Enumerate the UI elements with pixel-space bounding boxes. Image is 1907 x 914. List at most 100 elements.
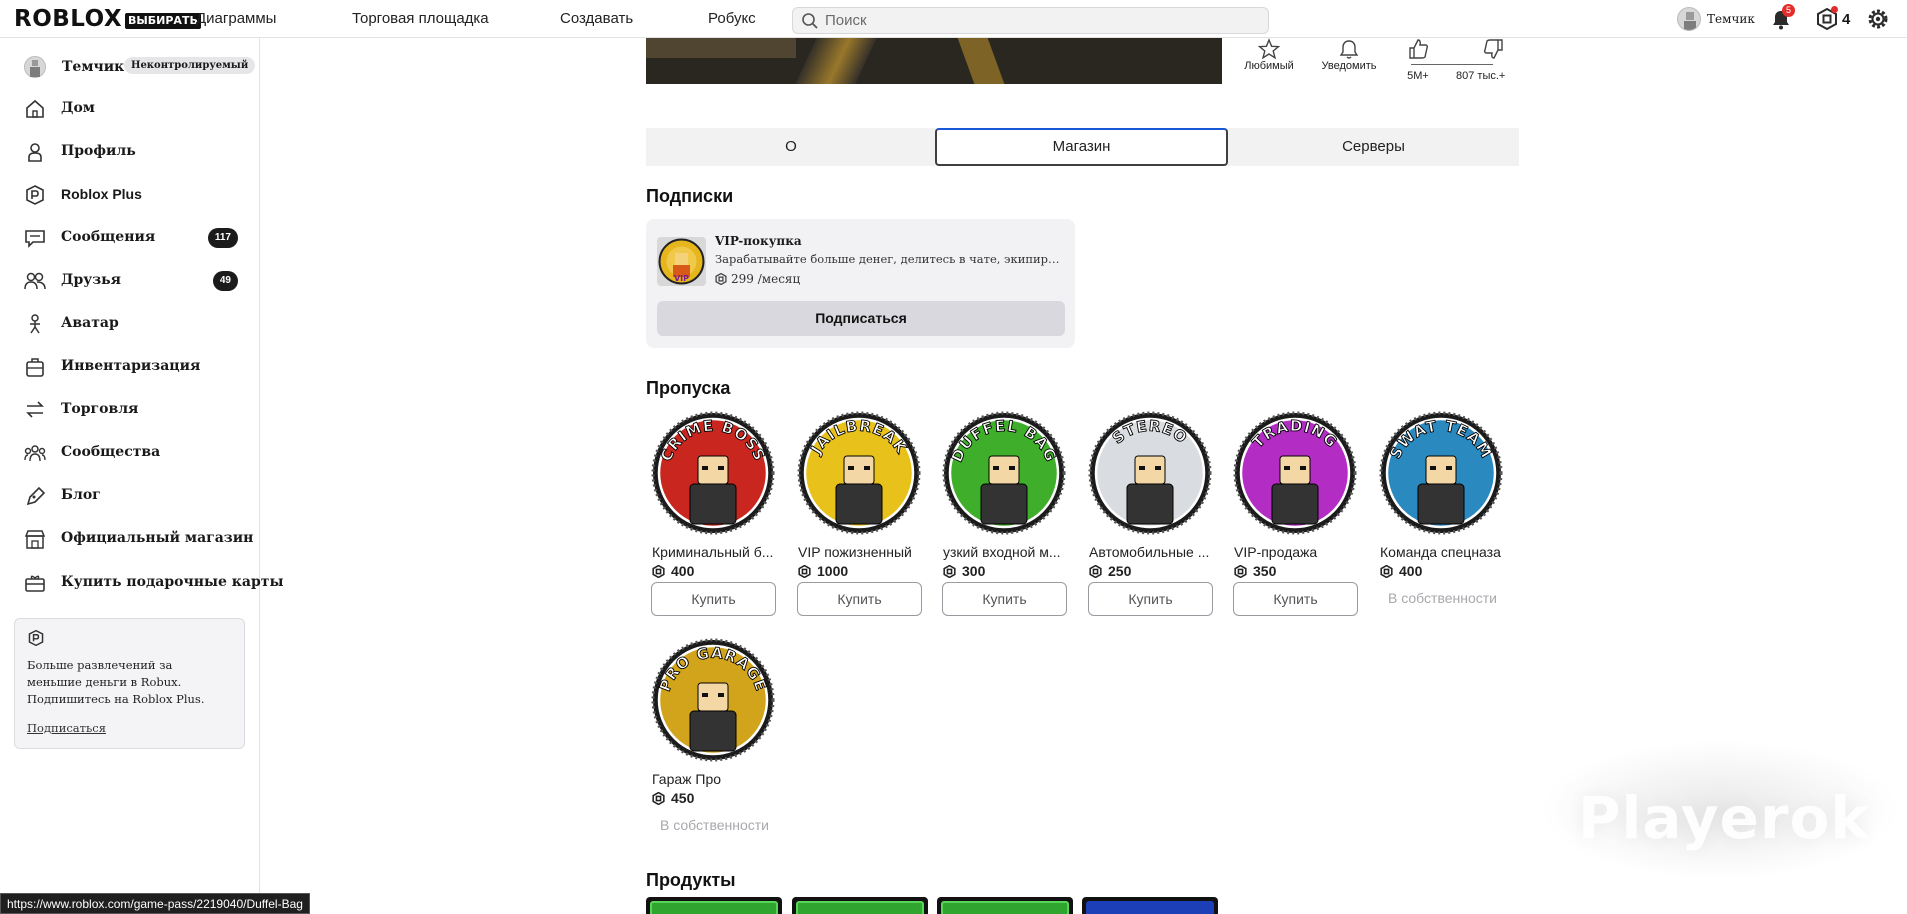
- notify-label: Уведомить: [1321, 60, 1377, 72]
- thumbs-up-icon: [1409, 39, 1429, 59]
- trade-icon: [26, 401, 44, 418]
- pass-badge-image[interactable]: PRO GARAGE: [650, 637, 776, 763]
- topbar-username[interactable]: Темчик: [1707, 12, 1755, 26]
- pass-price: 350: [1234, 563, 1276, 579]
- subscription-price: 299 /месяц: [715, 272, 800, 286]
- dislike-button[interactable]: [1476, 38, 1512, 60]
- pass-price: 400: [652, 563, 694, 579]
- pass-badge-image[interactable]: CRIME BOSS: [650, 410, 776, 536]
- sidebar-item-inventory[interactable]: Инвентаризация: [24, 352, 238, 382]
- tab-servers[interactable]: Серверы: [1228, 128, 1519, 166]
- product-card[interactable]: [792, 897, 928, 914]
- roblox-logo[interactable]: ROBLOX: [14, 8, 122, 31]
- promo-subscribe-link[interactable]: Подписаться: [27, 721, 106, 735]
- nav-charts[interactable]: Диаграммы: [196, 10, 276, 27]
- buy-button[interactable]: Купить: [1233, 582, 1358, 616]
- pass-price: 250: [1089, 563, 1131, 579]
- pass-name: Автомобильные ...: [1089, 544, 1210, 560]
- notifications-badge: 5: [1782, 4, 1796, 17]
- subscription-period: /месяц: [757, 272, 801, 286]
- roblox-plus-icon: [28, 629, 44, 647]
- bell-icon: [1339, 40, 1359, 59]
- product-card[interactable]: [937, 897, 1073, 914]
- sidebar-item-label: Сообщения: [61, 229, 156, 245]
- sidebar-item-label: Друзья: [61, 272, 121, 288]
- dislikes-count: 807 тыс.+: [1456, 70, 1506, 82]
- robux-icon: [943, 565, 956, 578]
- nav-robux[interactable]: Робукс: [708, 10, 756, 27]
- buy-button[interactable]: Купить: [797, 582, 922, 616]
- product-card[interactable]: [646, 897, 782, 914]
- pass-price-value: 400: [671, 563, 695, 579]
- nav-marketplace[interactable]: Торговая площадка: [352, 10, 489, 27]
- pass-badge-image[interactable]: JAILBREAK: [796, 410, 922, 536]
- sidebar-item-profile[interactable]: Профиль: [24, 137, 238, 167]
- game-thumbnail[interactable]: [646, 38, 1222, 84]
- sidebar-item-roblox-plus[interactable]: Roblox Plus: [24, 180, 238, 210]
- pass-name: VIP пожизненный: [798, 544, 912, 560]
- sidebar-item-avatar[interactable]: Аватар: [24, 309, 238, 339]
- subscription-description: Зарабатывайте больше денег, делитесь в ч…: [715, 252, 1060, 266]
- like-ratio-bar: [1411, 64, 1493, 65]
- sidebar-item-label: Торговля: [61, 401, 139, 417]
- sidebar-item-label: Roblox Plus: [61, 186, 142, 202]
- logo-badge: ВЫБИРАТЬ: [125, 13, 201, 29]
- tab-about[interactable]: О: [646, 128, 936, 166]
- pass-badge-image[interactable]: TRADING: [1232, 410, 1358, 536]
- home-icon: [26, 99, 44, 118]
- sidebar-item-communities[interactable]: Сообщества: [24, 438, 238, 468]
- pass-price: 400: [1380, 563, 1422, 579]
- robux-icon: [1380, 565, 1393, 578]
- like-button[interactable]: 5M+: [1400, 38, 1436, 82]
- products-heading: Продукты: [646, 870, 736, 890]
- sidebar-item-home[interactable]: Дом: [24, 94, 238, 124]
- sidebar-item-label: Блог: [61, 487, 101, 503]
- sidebar-item-trade[interactable]: Торговля: [24, 395, 238, 425]
- thumbs-down-icon: [1483, 39, 1503, 59]
- sidebar-item-label: Аватар: [61, 315, 119, 331]
- subscription-card: VIP VIP-покупка Зарабатывайте больше ден…: [646, 219, 1075, 348]
- sidebar-item-official-store[interactable]: Официальный магазин: [24, 524, 253, 554]
- pass-price-value: 350: [1253, 563, 1277, 579]
- notify-button[interactable]: Уведомить: [1318, 38, 1380, 72]
- buy-button[interactable]: Купить: [942, 582, 1067, 616]
- sidebar-item-friends[interactable]: Друзья 49: [24, 266, 238, 296]
- sidebar-username[interactable]: Темчик: [62, 59, 124, 75]
- sidebar-item-gift-cards[interactable]: Купить подарочные карты: [24, 568, 283, 598]
- subscriptions-heading: Подписки: [646, 186, 734, 206]
- sidebar-item-label: Купить подарочные карты: [61, 574, 284, 590]
- avatar[interactable]: [1677, 7, 1701, 31]
- pass-badge-image[interactable]: SWAT TEAM: [1378, 410, 1504, 536]
- subscription-price-value: 299: [731, 272, 754, 286]
- product-card[interactable]: [1082, 897, 1218, 914]
- search-bar[interactable]: Поиск: [792, 7, 1269, 34]
- pass-badge-image[interactable]: STEREO: [1087, 410, 1213, 536]
- avatar-icon: [1684, 12, 1696, 30]
- robux-alert-dot: [1831, 6, 1838, 13]
- gift-card-icon: [25, 575, 45, 592]
- buy-button[interactable]: Купить: [1088, 582, 1213, 616]
- subscribe-button[interactable]: Подписаться: [657, 301, 1065, 336]
- pass-name: Команда спецназа: [1380, 544, 1501, 560]
- vip-subscription-image[interactable]: VIP: [657, 237, 706, 286]
- buy-button[interactable]: Купить: [651, 582, 776, 616]
- promo-text: Больше развлечений за меньшие деньги в R…: [27, 658, 205, 706]
- pass-name: узкий входной м...: [943, 544, 1061, 560]
- messages-count-badge: 117: [207, 228, 238, 248]
- search-icon: [802, 13, 818, 29]
- gear-icon[interactable]: [1866, 7, 1890, 31]
- tab-store[interactable]: Магазин: [935, 128, 1228, 166]
- search-input[interactable]: Поиск: [825, 12, 867, 29]
- pass-price-value: 1000: [817, 563, 849, 579]
- sidebar-item-messages[interactable]: Сообщения 117: [24, 223, 238, 253]
- nav-create[interactable]: Создавать: [560, 10, 633, 27]
- avatar[interactable]: [24, 56, 46, 78]
- pass-badge-image[interactable]: DUFFEL BAG: [941, 410, 1067, 536]
- pass-price-value: 450: [671, 790, 695, 806]
- sidebar-item-blog[interactable]: Блог: [24, 481, 238, 511]
- robux-count[interactable]: 4: [1842, 11, 1850, 28]
- svg-text:VIP: VIP: [674, 274, 689, 283]
- favorite-button[interactable]: Любимый: [1238, 38, 1300, 72]
- roblox-plus-promo: Больше развлечений за меньшие деньги в R…: [14, 618, 245, 749]
- avatar-icon: [30, 60, 40, 77]
